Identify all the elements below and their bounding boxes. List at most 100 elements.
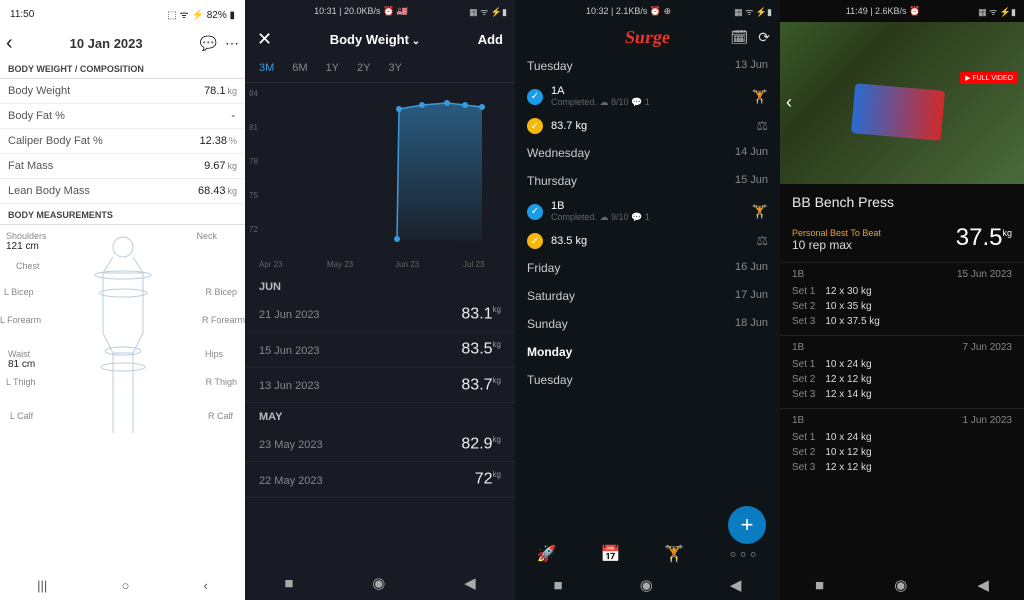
kettlebell-icon: 🏋 (752, 204, 768, 220)
day-row[interactable]: Monday (515, 338, 780, 366)
chat-icon[interactable]: 💬 (200, 35, 217, 52)
full-video-badge[interactable]: ▶ FULL VIDEO (960, 72, 1018, 84)
home-icon[interactable]: ◉ (640, 576, 653, 594)
day-row[interactable]: Sunday18 Jun (515, 310, 780, 338)
weight-log-row[interactable]: 13 Jun 202383.7kg (245, 368, 515, 403)
day-row[interactable]: Friday16 Jun (515, 254, 780, 282)
weight-log-row[interactable]: 23 May 202382.9kg (245, 427, 515, 462)
status-icons: ▦ ᯤ ⚡▮ (734, 5, 772, 18)
day-row[interactable]: Saturday17 Jun (515, 282, 780, 310)
android-nav: ■ ◉ ◀ (780, 570, 1024, 600)
y-tick: 72 (249, 225, 258, 234)
check-icon: ✓ (527, 204, 543, 220)
status-bar: 11:50 ⬚ ᯤ ⚡ 82% ▮ (0, 0, 245, 28)
chart-svg (257, 91, 503, 261)
more-icon[interactable]: ⋯ (225, 35, 239, 52)
refresh-icon[interactable]: ⟳ (758, 29, 770, 46)
page-title[interactable]: Body Weight (330, 32, 420, 47)
row-value: 68.43 (198, 185, 226, 197)
set-number: Set 3 (792, 462, 815, 473)
label-l-forearm: L Forearm (0, 315, 41, 325)
weight-log-row[interactable]: 21 Jun 202383.1kg (245, 297, 515, 332)
add-button[interactable]: Add (478, 32, 503, 47)
day-row[interactable]: Thursday15 Jun (515, 167, 780, 195)
back-nav-icon[interactable]: ◀ (464, 574, 476, 592)
workout-item[interactable]: ✓1BCompleted. ☁ 9/10 💬 1🏋 (515, 195, 780, 228)
tab-calendar-icon[interactable]: 📅 (601, 544, 621, 564)
tab-kettlebell-icon[interactable]: 🏋 (664, 544, 684, 564)
weight-chart[interactable]: 84 81 78 75 72 Apr 23 May 23 Jun 23 Jul … (245, 83, 515, 273)
back-nav-icon[interactable]: ◀ (730, 576, 742, 594)
set-row: Set 312 x 12 kg (792, 460, 1012, 475)
day-row[interactable]: Wednesday14 Jun (515, 139, 780, 167)
recents-icon[interactable]: ■ (815, 577, 824, 594)
back-nav-icon[interactable]: ◀ (977, 576, 989, 594)
label-r-calf: R Calf (208, 411, 233, 421)
tab-1y[interactable]: 1Y (326, 62, 339, 74)
composition-row[interactable]: Lean Body Mass68.43kg (0, 179, 245, 204)
tab-more-icon[interactable]: ∘∘∘ (728, 544, 758, 564)
back-icon[interactable]: ‹ (786, 92, 792, 113)
row-unit: kg (227, 161, 237, 171)
day-name: Thursday (527, 174, 577, 188)
header: ‹ 10 Jan 2023 💬 ⋯ (0, 28, 245, 58)
weight-log-row[interactable]: 22 May 202372kg (245, 462, 515, 497)
workout-status: Completed. ☁ 8/10 💬 1 (551, 97, 744, 108)
status-icons: ⬚ ᯤ ⚡ 82% ▮ (167, 7, 235, 21)
close-icon[interactable]: ✕ (257, 29, 272, 50)
label-shoulders: Shoulders121 cm (6, 231, 47, 252)
set-row: Set 312 x 14 kg (792, 387, 1012, 402)
scale-icon: ⚖ (756, 118, 768, 134)
home-icon[interactable]: ◉ (372, 574, 385, 592)
row-value: 12.38 (199, 135, 227, 147)
day-row[interactable]: Tuesday13 Jun (515, 52, 780, 80)
android-nav: ■ ◉ ◀ (515, 570, 780, 600)
weight-item[interactable]: ✓83.5 kg⚖ (515, 228, 780, 254)
recents-icon[interactable]: ■ (554, 577, 563, 594)
bottom-tabs: 🚀 📅 🏋 ∘∘∘ (515, 540, 780, 568)
session-date: 1 Jun 2023 (963, 415, 1013, 426)
check-icon: ✓ (527, 89, 543, 105)
set-row: Set 110 x 24 kg (792, 430, 1012, 445)
recents-icon[interactable]: ■ (284, 575, 293, 592)
workout-code: 1A (551, 85, 744, 97)
day-row[interactable]: Tuesday (515, 366, 780, 394)
set-number: Set 3 (792, 389, 815, 400)
recents-icon[interactable]: ||| (37, 578, 47, 593)
composition-row[interactable]: Caliper Body Fat %12.38% (0, 129, 245, 154)
session-block[interactable]: 1B15 Jun 2023Set 112 x 30 kgSet 210 x 35… (780, 262, 1024, 335)
row-value: - (231, 110, 235, 122)
session-date: 7 Jun 2023 (963, 342, 1013, 353)
exercise-video[interactable]: ‹ ▶ FULL VIDEO (780, 22, 1024, 184)
home-icon[interactable]: ○ (121, 578, 129, 593)
add-fab[interactable]: + (728, 506, 766, 544)
weight-log-row[interactable]: 15 Jun 202383.5kg (245, 332, 515, 367)
home-icon[interactable]: ◉ (894, 576, 907, 594)
set-value: 12 x 30 kg (825, 286, 871, 297)
session-block[interactable]: 1B1 Jun 2023Set 110 x 24 kgSet 210 x 12 … (780, 408, 1024, 481)
surge-logo: Surge (624, 27, 672, 48)
set-number: Set 2 (792, 374, 815, 385)
composition-row[interactable]: Fat Mass9.67kg (0, 154, 245, 179)
set-number: Set 2 (792, 301, 815, 312)
day-date: 14 Jun (735, 146, 768, 160)
back-nav-icon[interactable]: ‹ (204, 578, 208, 593)
weight-item[interactable]: ✓83.7 kg⚖ (515, 113, 780, 139)
tab-3y[interactable]: 3Y (389, 62, 402, 74)
composition-row[interactable]: Body Weight78.1kg (0, 79, 245, 104)
tab-6m[interactable]: 6M (292, 62, 307, 74)
label-r-thigh: R Thigh (206, 377, 237, 387)
tab-3m[interactable]: 3M (259, 62, 274, 74)
status-center: 10:32 | 2.1KB/s ⏰ ⊕ (586, 6, 671, 17)
workout-item[interactable]: ✓1ACompleted. ☁ 8/10 💬 1🏋 (515, 80, 780, 113)
section-header-composition: BODY WEIGHT / COMPOSITION (0, 58, 245, 79)
composition-row[interactable]: Body Fat %- (0, 104, 245, 129)
calendar-icon[interactable]: 🗓 (730, 29, 748, 46)
row-unit: kg (227, 86, 237, 96)
tab-rocket-icon[interactable]: 🚀 (537, 544, 557, 564)
session-block[interactable]: 1B7 Jun 2023Set 110 x 24 kgSet 212 x 12 … (780, 335, 1024, 408)
tab-2y[interactable]: 2Y (357, 62, 370, 74)
back-icon[interactable]: ‹ (6, 32, 13, 55)
set-row: Set 112 x 30 kg (792, 284, 1012, 299)
log-date: 13 Jun 2023 (259, 380, 320, 392)
